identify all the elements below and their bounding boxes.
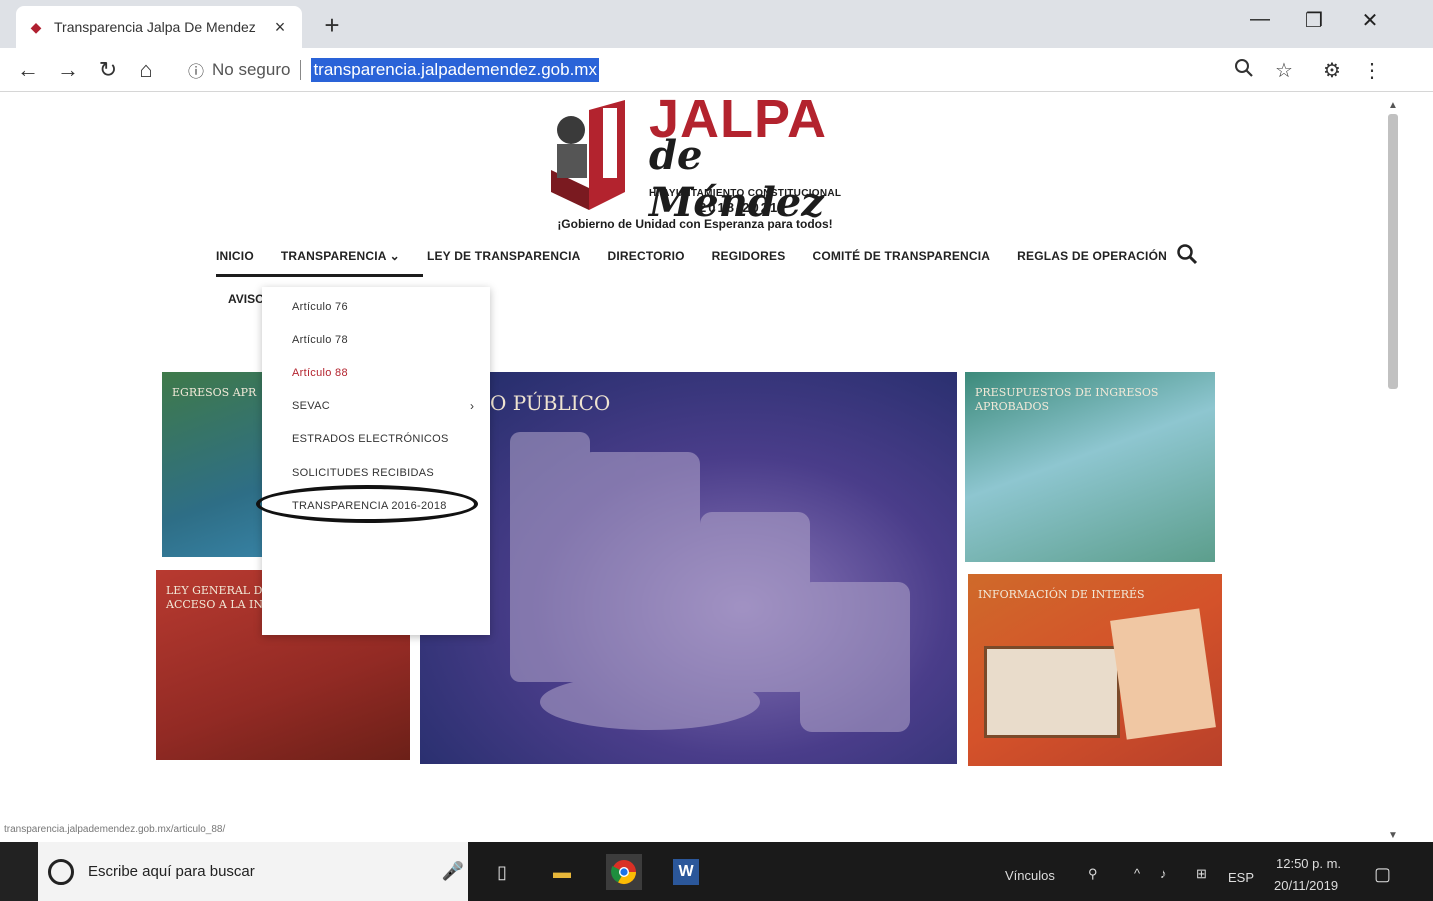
tab-title: Transparencia Jalpa De Mendez — [54, 19, 256, 35]
site-logo[interactable]: JALPA de Méndez H. AYUNTAMIENTO CONSTITU… — [545, 92, 845, 232]
menu-inicio[interactable]: INICIO — [216, 249, 254, 263]
start-button[interactable] — [0, 842, 38, 901]
people-icon[interactable]: ⚲ — [1088, 866, 1098, 882]
site-favicon-icon: ◆ — [30, 19, 42, 35]
transparencia-dropdown: Artículo 76 Artículo 78 Artículo 88 SEVA… — [256, 287, 490, 635]
scroll-up-icon[interactable]: ▲ — [1384, 100, 1402, 111]
submenu-arrow-icon: › — [470, 399, 474, 413]
browser-toolbar: ← → ↻ ⌂ ⓘ No seguro transparencia.jalpad… — [0, 48, 1433, 92]
main-menu: INICIO TRANSPARENCIA ⌄ LEY DE TRANSPAREN… — [216, 242, 1194, 270]
logo-ayuntamiento: H. AYUNTAMIENTO CONSTITUCIONAL — [649, 188, 842, 199]
windows-taskbar: Escribe aquí para buscar 🎤 ▯ ▬ W Vínculo… — [0, 842, 1433, 901]
tile-info-label: INFORMACIÓN DE INTERÉS — [978, 588, 1145, 601]
menu-transparencia[interactable]: TRANSPARENCIA ⌄ — [281, 249, 400, 263]
dropdown-articulo-76[interactable]: Artículo 76 — [292, 301, 348, 313]
screen: ◆ Transparencia Jalpa De Mendez × + — ❐ … — [0, 0, 1433, 901]
cortana-icon[interactable] — [48, 858, 74, 885]
clock-time[interactable]: 12:50 p. m. — [1276, 856, 1341, 871]
menu-aviso[interactable]: AVISO — [228, 292, 264, 306]
scroll-down-icon[interactable]: ▼ — [1384, 830, 1402, 841]
tile-informacion[interactable]: INFORMACIÓN DE INTERÉS — [968, 574, 1222, 766]
tile-egresos-label: EGRESOS APR — [172, 386, 257, 399]
zoom-icon[interactable] — [1230, 58, 1258, 84]
notifications-icon[interactable]: ▢ — [1374, 864, 1391, 885]
coins-image — [510, 432, 910, 732]
menu-comite[interactable]: COMITÉ DE TRANSPARENCIA — [812, 249, 990, 263]
taskbar-search[interactable]: Escribe aquí para buscar 🎤 — [38, 842, 468, 901]
microphone-icon[interactable]: 🎤 — [438, 861, 468, 882]
tile-main-label: O PÚBLICO — [490, 391, 611, 415]
dropdown-articulo-78[interactable]: Artículo 78 — [292, 334, 348, 346]
network-icon[interactable]: ⊞ — [1196, 866, 1207, 882]
tile-gasto-publico[interactable]: O PÚBLICO — [420, 372, 957, 764]
reload-icon[interactable]: ↻ — [92, 54, 124, 86]
volume-icon[interactable]: ♪ — [1160, 866, 1167, 881]
vinculos-toolbar[interactable]: Vínculos — [1005, 868, 1055, 883]
menu-dots-icon[interactable]: ⋮ — [1358, 58, 1386, 83]
back-icon[interactable]: ← — [12, 54, 44, 86]
home-icon[interactable]: ⌂ — [130, 54, 162, 86]
tray-chevron-icon[interactable]: ^ — [1134, 866, 1140, 881]
restore-icon[interactable]: ❐ — [1294, 8, 1334, 33]
logo-years: 2018-2021 — [699, 200, 780, 215]
logo-emblem-icon — [551, 100, 625, 210]
dropdown-solicitudes[interactable]: SOLICITUDES RECIBIDAS — [292, 467, 434, 479]
page-scrollbar[interactable]: ▲ ▼ — [1382, 100, 1402, 845]
computer-illustration — [984, 646, 1120, 738]
taskbar-search-text: Escribe aquí para buscar — [88, 863, 255, 880]
slogan: ¡Gobierno de Unidad con Esperanza para t… — [557, 217, 833, 231]
tile-presupuestos[interactable]: PRESUPUESTOS DE INGRESOS APROBADOS — [965, 372, 1215, 562]
dropdown-sevac[interactable]: SEVAC — [292, 400, 330, 412]
status-url: transparencia.jalpademendez.gob.mx/artic… — [4, 824, 226, 835]
info-icon[interactable]: ⓘ — [188, 58, 204, 82]
highlight-ellipse — [256, 485, 478, 523]
search-icon[interactable] — [1175, 242, 1199, 266]
menu-directorio[interactable]: DIRECTORIO — [608, 249, 685, 263]
chrome-icon[interactable] — [606, 854, 642, 890]
dropdown-estrados[interactable]: ESTRADOS ELECTRÓNICOS — [292, 433, 449, 445]
browser-tab[interactable]: ◆ Transparencia Jalpa De Mendez × — [16, 6, 302, 48]
new-tab-button[interactable]: + — [318, 10, 346, 41]
menu-ley-transparencia[interactable]: LEY DE TRANSPARENCIA — [427, 249, 581, 263]
file-explorer-icon[interactable]: ▬ — [544, 854, 580, 890]
address-bar[interactable]: ⓘ No seguro transparencia.jalpademendez.… — [176, 54, 1306, 86]
menu-active-underline — [216, 274, 423, 277]
web-page: JALPA de Méndez H. AYUNTAMIENTO CONSTITU… — [0, 92, 1433, 842]
extension-icon[interactable]: ⚙ — [1318, 58, 1346, 83]
bookmark-star-icon[interactable]: ☆ — [1270, 58, 1298, 83]
close-window-icon[interactable]: ✕ — [1350, 8, 1390, 33]
url-text[interactable]: transparencia.jalpademendez.gob.mx — [311, 58, 599, 82]
document-illustration — [1110, 608, 1216, 740]
security-label: No seguro — [212, 60, 291, 79]
language-indicator[interactable]: ESP — [1228, 870, 1254, 885]
word-icon[interactable]: W — [668, 854, 704, 890]
browser-tabstrip: ◆ Transparencia Jalpa De Mendez × + — ❐ … — [0, 0, 1433, 48]
scroll-thumb[interactable] — [1388, 114, 1398, 389]
tab-close-icon[interactable]: × — [270, 17, 290, 38]
task-view-icon[interactable]: ▯ — [484, 854, 520, 890]
menu-regidores[interactable]: REGIDORES — [712, 249, 786, 263]
separator — [300, 60, 302, 80]
clock-date[interactable]: 20/11/2019 — [1274, 878, 1338, 893]
forward-icon[interactable]: → — [52, 54, 84, 86]
dropdown-articulo-88[interactable]: Artículo 88 — [292, 367, 348, 379]
tile-presupuestos-label: PRESUPUESTOS DE INGRESOS APROBADOS — [975, 386, 1159, 414]
minimize-icon[interactable]: — — [1240, 8, 1280, 31]
menu-reglas[interactable]: REGLAS DE OPERACIÓN — [1017, 249, 1167, 263]
